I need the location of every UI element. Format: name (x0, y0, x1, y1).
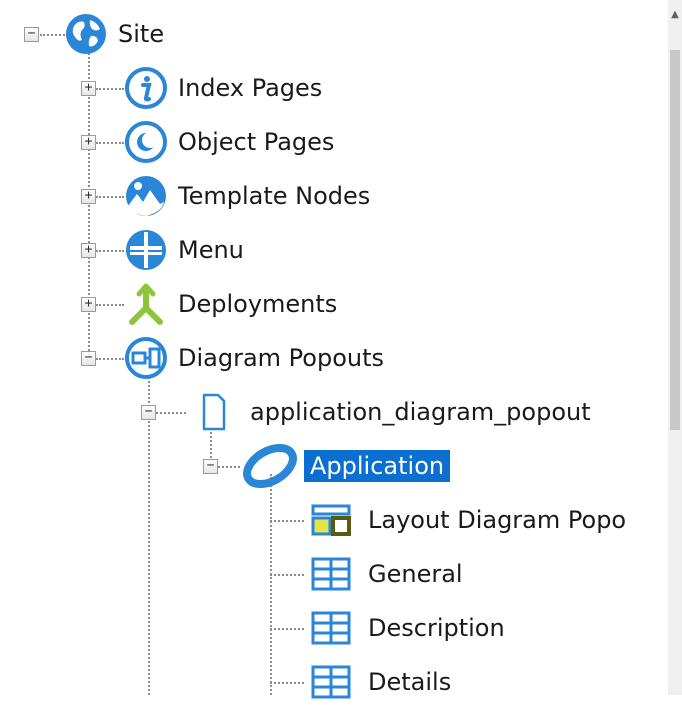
tree-node-site[interactable]: Site (64, 10, 170, 58)
form-icon (304, 660, 358, 704)
vertical-scrollbar[interactable]: ▲ (668, 0, 682, 695)
tree-node-label: Site (118, 20, 165, 48)
tree-node-deployments[interactable]: Deployments (124, 280, 343, 328)
tree-node-application[interactable]: Application (240, 442, 451, 490)
tree-view: − + + + + + − − − Site Index Pages Objec… (0, 0, 668, 699)
page-icon (186, 390, 240, 434)
tree-connector (270, 574, 304, 576)
layout-icon (304, 498, 358, 542)
tree-connector (218, 466, 240, 468)
tree-connector (156, 412, 186, 414)
landscape-icon (124, 174, 168, 218)
globe-icon (64, 12, 108, 56)
tree-connector (270, 474, 272, 695)
expand-toggle[interactable]: + (81, 297, 96, 312)
tree-node-menu[interactable]: Menu (124, 226, 250, 274)
tree-node-diagram-popouts[interactable]: Diagram Popouts (124, 334, 390, 382)
tree-connector (96, 250, 124, 252)
tree-connector (270, 628, 304, 630)
expand-toggle[interactable]: + (81, 189, 96, 204)
tree-node-description[interactable]: Description (304, 604, 511, 652)
collapse-toggle[interactable]: − (81, 351, 96, 366)
tree-connector (270, 520, 304, 522)
tree-node-application-diagram-popout[interactable]: application_diagram_popout (186, 388, 597, 436)
ring-icon (240, 444, 300, 488)
collapse-toggle[interactable]: − (24, 27, 39, 42)
scroll-up-arrow-icon[interactable]: ▲ (668, 0, 682, 30)
tree-connector (96, 196, 124, 198)
collapse-toggle[interactable]: − (141, 405, 156, 420)
tree-node-label: General (368, 560, 463, 588)
tree-node-label: application_diagram_popout (250, 398, 591, 426)
tree-connector (96, 142, 124, 144)
tree-node-label: Menu (178, 236, 244, 264)
tree-node-label: Diagram Popouts (178, 344, 385, 372)
tree-node-details[interactable]: Details (304, 658, 457, 706)
moon-icon (124, 120, 168, 164)
tree-connector (270, 682, 304, 684)
deployment-icon (124, 282, 168, 326)
diagram-icon (124, 336, 168, 380)
scrollbar-thumb[interactable] (670, 50, 680, 430)
tree-node-label: Template Nodes (178, 182, 371, 210)
tree-node-label: Layout Diagram Popo (368, 506, 627, 534)
tree-node-object-pages[interactable]: Object Pages (124, 118, 340, 166)
expand-toggle[interactable]: + (81, 135, 96, 150)
tree-node-index-pages[interactable]: Index Pages (124, 64, 328, 112)
form-icon (304, 606, 358, 650)
tree-node-label: Description (368, 614, 505, 642)
tree-connector (96, 358, 124, 360)
expand-toggle[interactable]: + (81, 243, 96, 258)
tree-node-label: Application (304, 450, 451, 482)
menu-icon (124, 228, 168, 272)
info-icon (124, 66, 168, 110)
tree-connector (96, 88, 124, 90)
tree-node-layout-diagram[interactable]: Layout Diagram Popo (304, 496, 632, 544)
tree-node-label: Object Pages (178, 128, 335, 156)
tree-node-label: Deployments (178, 290, 338, 318)
tree-node-label: Details (368, 668, 452, 696)
tree-node-label: Index Pages (178, 74, 323, 102)
tree-node-general[interactable]: General (304, 550, 469, 598)
tree-connector (96, 304, 124, 306)
tree-node-template-nodes[interactable]: Template Nodes (124, 172, 376, 220)
collapse-toggle[interactable]: − (203, 459, 218, 474)
form-icon (304, 552, 358, 596)
expand-toggle[interactable]: + (81, 81, 96, 96)
